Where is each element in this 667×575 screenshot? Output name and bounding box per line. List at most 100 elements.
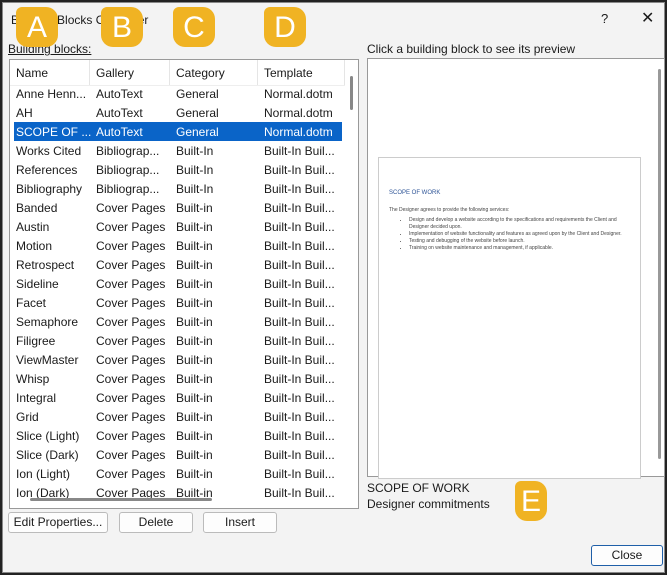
cell-gallery: Cover Pages — [96, 447, 166, 462]
close-button[interactable]: Close — [591, 545, 663, 566]
list-item[interactable]: Austin Cover Pages Built-in Built-In Buil..… — [14, 217, 342, 236]
callout-b: B — [101, 7, 143, 47]
cell-template: Built-In Buil... — [264, 162, 335, 177]
preview-doc-item: Implementation of website functionality … — [409, 231, 630, 238]
cell-category: Built-in — [176, 428, 213, 443]
cell-gallery: Cover Pages — [96, 276, 166, 291]
cell-template: Built-In Buil... — [264, 257, 335, 272]
cell-name: Semaphore — [16, 314, 79, 329]
cell-category: Built-in — [176, 333, 213, 348]
close-icon[interactable]: ✕ — [641, 8, 654, 28]
cell-gallery: Cover Pages — [96, 390, 166, 405]
list-item[interactable]: Retrospect Cover Pages Built-in Built-In Bu… — [14, 255, 342, 274]
vertical-scrollbar[interactable] — [350, 76, 353, 110]
cell-gallery: Bibliograp... — [96, 143, 160, 158]
block-name: SCOPE OF WORK — [367, 481, 470, 495]
insert-button[interactable]: Insert — [203, 512, 277, 533]
list-item[interactable]: Sideline Cover Pages Built-in Built-In Buil… — [14, 274, 342, 293]
cell-category: Built-in — [176, 314, 213, 329]
cell-category: Built-in — [176, 257, 213, 272]
preview-doc-item: Design and develop a website according t… — [409, 217, 630, 231]
cell-category: Built-in — [176, 200, 213, 215]
column-header-gallery[interactable]: Gallery — [90, 60, 170, 85]
cell-category: Built-in — [176, 390, 213, 405]
block-description: Designer commitments — [367, 497, 490, 511]
cell-gallery: Cover Pages — [96, 352, 166, 367]
cell-name: ViewMaster — [16, 352, 79, 367]
list-item[interactable]: References Bibliograp... Built-In Built-In … — [14, 160, 342, 179]
cell-template: Built-In Buil... — [264, 390, 335, 405]
cell-category: Built-In — [176, 143, 214, 158]
column-header-template[interactable]: Template — [258, 60, 345, 85]
cell-template: Built-In Buil... — [264, 181, 335, 196]
cell-category: Built-In — [176, 181, 214, 196]
cell-template: Built-In Buil... — [264, 143, 335, 158]
list-item[interactable]: Works Cited Bibliograp... Built-In Built-In… — [14, 141, 342, 160]
cell-name: Austin — [16, 219, 50, 234]
list-item[interactable]: Whisp Cover Pages Built-in Built-In Buil... — [14, 369, 342, 388]
cell-template: Built-In Buil... — [264, 352, 335, 367]
cell-template: Built-In Buil... — [264, 219, 335, 234]
list-item[interactable]: Banded Cover Pages Built-in Built-In Buil..… — [14, 198, 342, 217]
cell-gallery: Bibliograp... — [96, 162, 160, 177]
cell-gallery: Cover Pages — [96, 238, 166, 253]
edit-properties-button[interactable]: Edit Properties... — [8, 512, 108, 533]
list-item[interactable]: AH AutoText General Normal.dotm — [14, 103, 342, 122]
cell-category: Built-In — [176, 162, 214, 177]
callout-e: E — [515, 481, 547, 521]
cell-template: Built-In Buil... — [264, 409, 335, 424]
column-header-name[interactable]: Name — [10, 60, 90, 85]
cell-category: Built-in — [176, 466, 213, 481]
horizontal-scrollbar[interactable] — [30, 498, 212, 501]
list-item[interactable]: Semaphore Cover Pages Built-in Built-In Bui… — [14, 312, 342, 331]
cell-template: Normal.dotm — [264, 86, 333, 101]
cell-template: Built-In Buil... — [264, 428, 335, 443]
list-item[interactable]: Grid Cover Pages Built-in Built-In Buil... — [14, 407, 342, 426]
preview-doc-title: SCOPE OF WORK — [389, 190, 441, 196]
preview-doc-item: Training on website maintenance and mana… — [409, 245, 630, 252]
cell-name: Filigree — [16, 333, 56, 348]
cell-template: Built-In Buil... — [264, 371, 335, 386]
list-item[interactable]: Ion (Light) Cover Pages Built-in Built-In B… — [14, 464, 342, 483]
preview-scrollbar[interactable] — [658, 69, 661, 459]
cell-name: Anne Henn... — [16, 86, 87, 101]
list-item[interactable]: Bibliography Bibliograp... Built-In Built-I… — [14, 179, 342, 198]
cell-category: Built-in — [176, 371, 213, 386]
cell-template: Built-In Buil... — [264, 485, 335, 500]
cell-name: Works Cited — [16, 143, 82, 158]
help-button[interactable]: ? — [601, 11, 608, 26]
callout-a: A — [16, 7, 58, 47]
list-item[interactable]: Filigree Cover Pages Built-in Built-In Buil… — [14, 331, 342, 350]
cell-name: AH — [16, 105, 33, 120]
preview-page: SCOPE OF WORK The Designer agrees to pro… — [378, 157, 641, 479]
list-item[interactable]: Motion Cover Pages Built-in Built-In Buil..… — [14, 236, 342, 255]
list-item[interactable]: SCOPE OF ... AutoText General Normal.dotm — [14, 122, 342, 141]
building-blocks-list[interactable]: Name Gallery Category Template Anne Henn… — [9, 59, 359, 509]
cell-name: Ion (Light) — [16, 466, 71, 481]
cell-template: Normal.dotm — [264, 105, 333, 120]
column-header-category[interactable]: Category — [170, 60, 258, 85]
cell-category: General — [176, 124, 219, 139]
cell-gallery: Cover Pages — [96, 200, 166, 215]
list-header: Name Gallery Category Template — [10, 60, 345, 86]
preview-label: Click a building block to see its previe… — [367, 42, 576, 56]
cell-name: SCOPE OF ... — [16, 124, 92, 139]
list-item[interactable]: Integral Cover Pages Built-in Built-In Buil… — [14, 388, 342, 407]
list-item[interactable]: Anne Henn... AutoText General Normal.dotm — [14, 84, 342, 103]
cell-category: Built-in — [176, 295, 213, 310]
cell-name: Grid — [16, 409, 39, 424]
preview-doc-intro: The Designer agrees to provide the follo… — [389, 207, 510, 213]
delete-button[interactable]: Delete — [119, 512, 193, 533]
list-item[interactable]: Slice (Dark) Cover Pages Built-in Built-In … — [14, 445, 342, 464]
list-item[interactable]: Facet Cover Pages Built-in Built-In Buil... — [14, 293, 342, 312]
cell-gallery: Cover Pages — [96, 333, 166, 348]
cell-name: Integral — [16, 390, 57, 405]
cell-name: Banded — [16, 200, 58, 215]
cell-name: Whisp — [16, 371, 50, 386]
cell-name: Slice (Light) — [16, 428, 80, 443]
cell-name: References — [16, 162, 78, 177]
list-item[interactable]: Slice (Light) Cover Pages Built-in Built-In… — [14, 426, 342, 445]
cell-gallery: Cover Pages — [96, 466, 166, 481]
list-item[interactable]: ViewMaster Cover Pages Built-in Built-In Bu… — [14, 350, 342, 369]
cell-name: Sideline — [16, 276, 59, 291]
